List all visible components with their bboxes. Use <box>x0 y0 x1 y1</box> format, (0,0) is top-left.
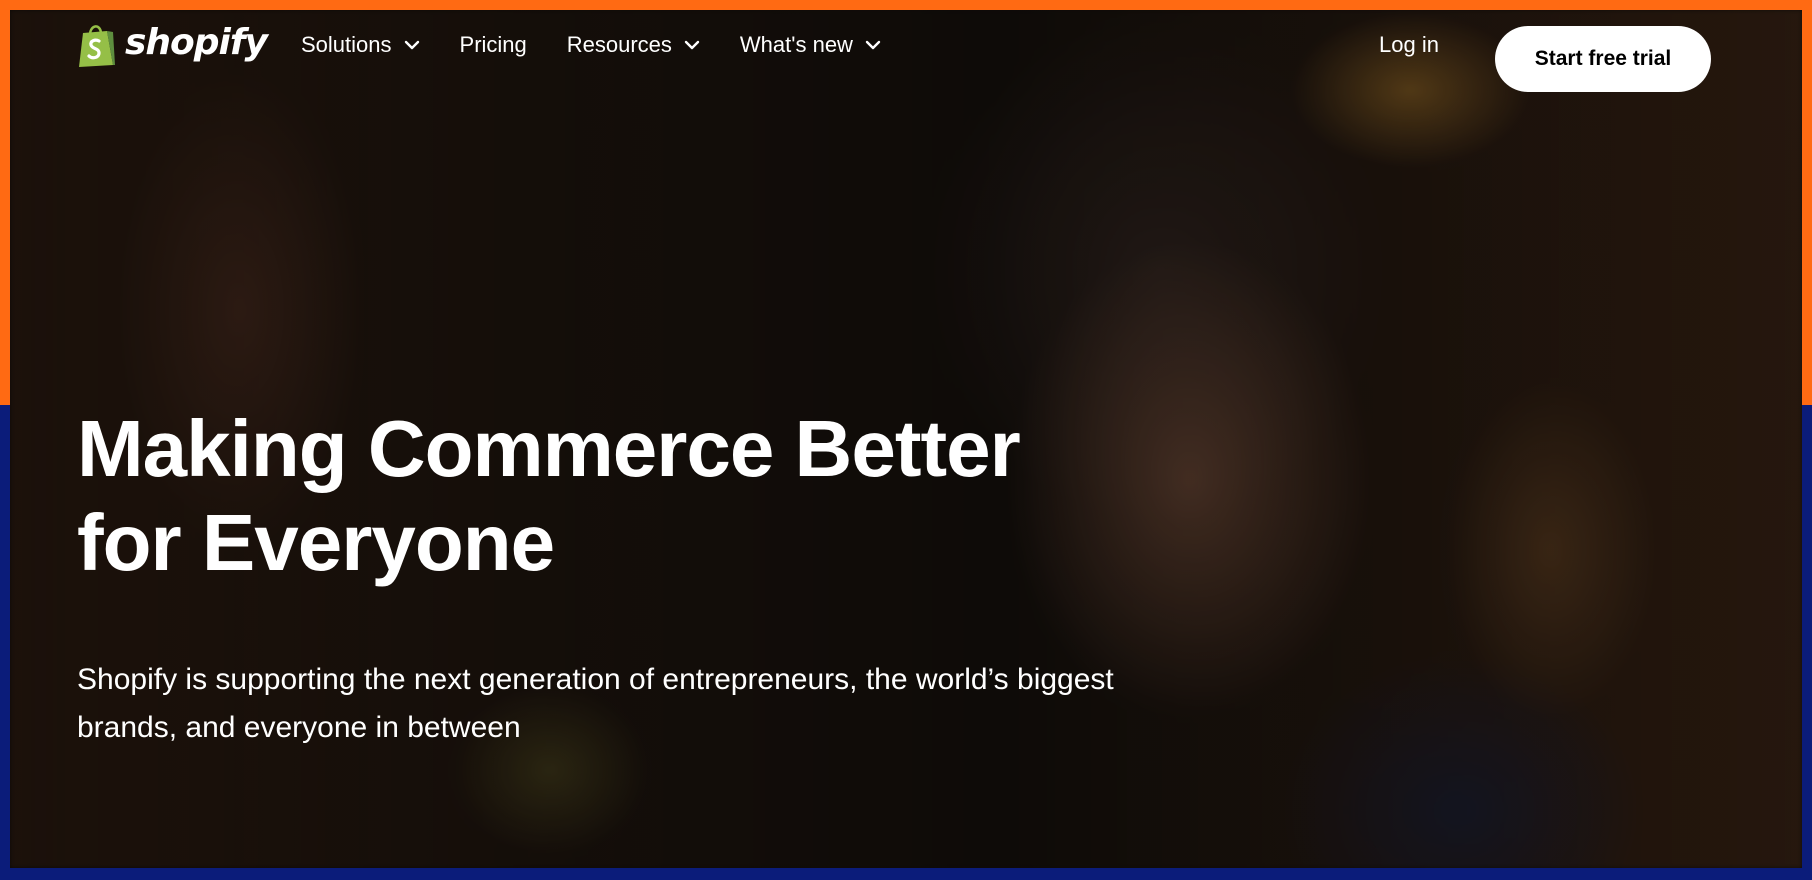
hero-heading: Making Commerce Better for Everyone <box>77 402 1177 590</box>
shopping-bag-logo-icon <box>79 25 115 67</box>
shopify-wordmark: shopify <box>125 22 268 63</box>
nav-item-label: What's new <box>739 32 853 57</box>
start-free-trial-button[interactable]: Start free trial <box>1495 26 1711 92</box>
hero-subtitle: Shopify is supporting the next generatio… <box>77 663 1114 744</box>
nav-item-whats-new[interactable]: What's new <box>740 32 881 58</box>
hero-section: shopify Solutions Pricing Resources What… <box>10 10 1802 868</box>
nav-item-label: Resources <box>566 32 672 57</box>
nav-item-solutions[interactable]: Solutions <box>301 32 420 58</box>
shopify-logo[interactable]: shopify <box>77 20 268 70</box>
hero-heading-line-2: for Everyone <box>77 498 555 587</box>
nav-item-resources[interactable]: Resources <box>567 32 700 58</box>
chevron-down-icon <box>684 40 700 50</box>
login-link[interactable]: Log in <box>1379 20 1439 70</box>
page-frame: shopify Solutions Pricing Resources What… <box>0 0 1812 880</box>
nav-item-pricing[interactable]: Pricing <box>460 32 527 58</box>
nav-item-label: Pricing <box>459 32 527 57</box>
nav-item-label: Solutions <box>301 32 392 57</box>
chevron-down-icon <box>865 40 881 50</box>
hero-heading-line-1: Making Commerce Better <box>77 404 1021 493</box>
chevron-down-icon <box>404 40 419 50</box>
top-navigation: shopify Solutions Pricing Resources What… <box>77 20 1711 92</box>
nav-menu: Solutions Pricing Resources What's new <box>301 20 881 70</box>
